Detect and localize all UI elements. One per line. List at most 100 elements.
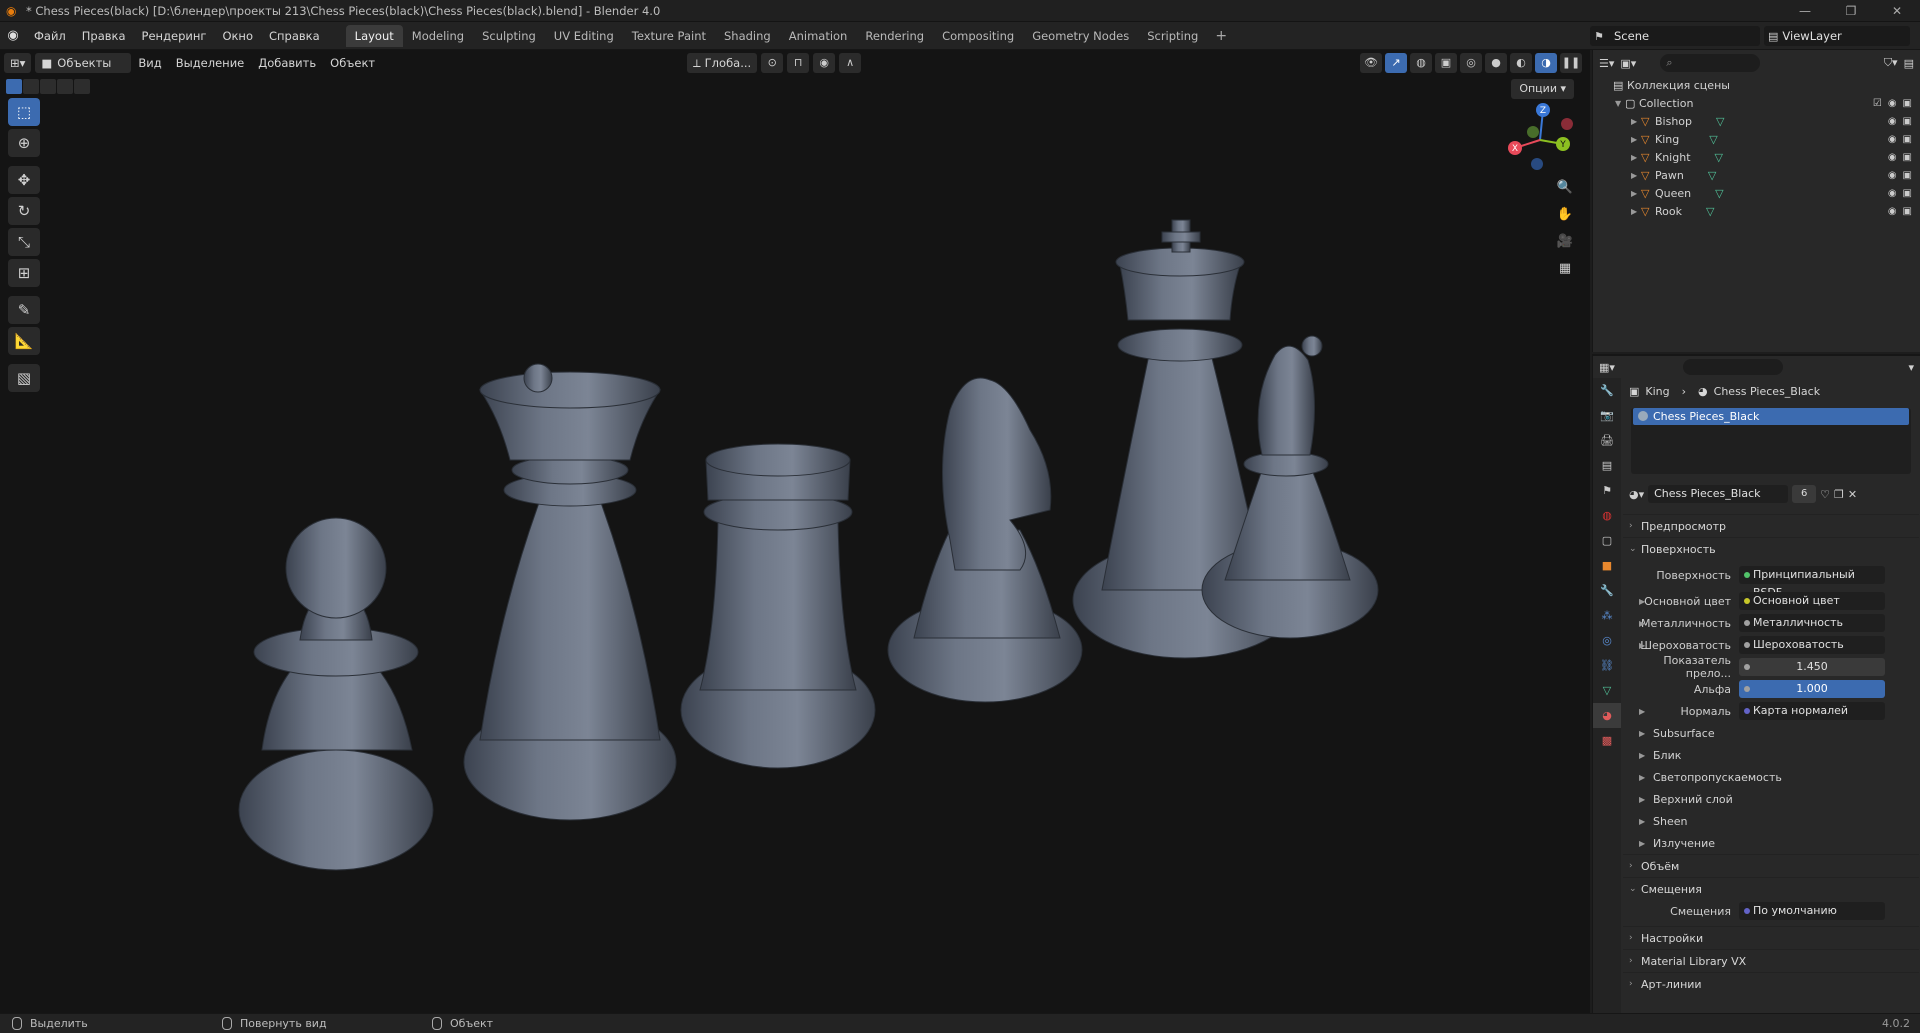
- normal-field[interactable]: Карта нормалей: [1739, 702, 1885, 720]
- panel-preview[interactable]: › Предпросмотр: [1623, 514, 1919, 537]
- fake-user-icon[interactable]: ♡: [1820, 488, 1830, 501]
- outliner-editor-icon[interactable]: ☰▾: [1599, 57, 1614, 70]
- select-intersect-icon[interactable]: [74, 79, 90, 94]
- subsection-sheen[interactable]: ▶ Sheen: [1623, 810, 1919, 832]
- alpha-field[interactable]: 1.000: [1739, 680, 1885, 698]
- texture-tab-icon[interactable]: ▩: [1593, 728, 1621, 753]
- proportional-edit-icon[interactable]: ◉: [813, 53, 836, 73]
- annotate-icon[interactable]: ✎: [8, 296, 40, 324]
- outliner-item-rook[interactable]: ▶ ▽ Rook ▽ ◉ ▣: [1593, 202, 1920, 220]
- expand-arrow-icon[interactable]: ▶: [1631, 207, 1641, 216]
- eye-icon[interactable]: ◉: [1888, 206, 1897, 217]
- options-button[interactable]: Опции ▾: [1511, 79, 1574, 99]
- camera-render-icon[interactable]: ▣: [1903, 116, 1912, 127]
- add-workspace-icon[interactable]: +: [1207, 28, 1235, 44]
- outliner-item-queen[interactable]: ▶ ▽ Queen ▽ ◉ ▣: [1593, 184, 1920, 202]
- properties-search[interactable]: [1682, 359, 1783, 375]
- tab-sculpting[interactable]: Sculpting: [473, 25, 545, 47]
- expand-arrow-icon[interactable]: ▶: [1639, 619, 1645, 628]
- menu-object[interactable]: Объект: [323, 56, 382, 70]
- panel-line-art[interactable]: › Арт-линии: [1623, 972, 1919, 995]
- tab-uv-editing[interactable]: UV Editing: [545, 25, 623, 47]
- measure-icon[interactable]: 📐: [8, 327, 40, 355]
- pan-hand-icon[interactable]: ✋: [1553, 203, 1577, 227]
- expand-arrow-icon[interactable]: ▶: [1631, 135, 1641, 144]
- object-tab-icon[interactable]: ■: [1593, 553, 1621, 578]
- displacement-field[interactable]: По умолчанию: [1739, 902, 1885, 920]
- editor-type-button[interactable]: ⊞▾: [4, 53, 32, 73]
- data-tab-icon[interactable]: ▽: [1593, 678, 1621, 703]
- unlink-icon[interactable]: ✕: [1848, 488, 1857, 501]
- camera-render-icon[interactable]: ▣: [1903, 134, 1912, 145]
- overlay-icon[interactable]: ◍: [1410, 53, 1432, 73]
- tab-shading[interactable]: Shading: [715, 25, 780, 47]
- rendered-shading-icon[interactable]: ◑: [1535, 53, 1557, 73]
- panel-volume[interactable]: › Объём: [1623, 854, 1919, 877]
- gizmo-toggle-icon[interactable]: ↗: [1385, 53, 1407, 73]
- panel-settings[interactable]: › Настройки: [1623, 926, 1919, 949]
- modifier-tab-icon[interactable]: 🔧: [1593, 578, 1621, 603]
- orientation-dropdown[interactable]: ⟂ Глоба...: [687, 53, 758, 73]
- solid-shading-icon[interactable]: ●: [1485, 53, 1507, 73]
- world-tab-icon[interactable]: ◍: [1593, 503, 1621, 528]
- material-slot-list[interactable]: Chess Pieces_Black: [1631, 408, 1911, 474]
- expand-arrow-icon[interactable]: ▶: [1639, 597, 1645, 606]
- constraints-tab-icon[interactable]: ⛓: [1593, 653, 1621, 678]
- properties-editor-icon[interactable]: ▦▾: [1599, 361, 1615, 374]
- base-color-field[interactable]: Основной цвет: [1739, 592, 1885, 610]
- expand-arrow-icon[interactable]: ▶: [1631, 117, 1641, 126]
- scale-icon[interactable]: ⤡: [8, 228, 40, 256]
- material-shading-icon[interactable]: ◐: [1510, 53, 1532, 73]
- chevron-down-icon[interactable]: ▾: [1908, 361, 1914, 374]
- expand-arrow-icon[interactable]: ▶: [1639, 641, 1645, 650]
- expand-arrow-icon[interactable]: ▼: [1615, 99, 1625, 108]
- menu-window[interactable]: Окно: [214, 29, 261, 43]
- tab-animation[interactable]: Animation: [780, 25, 857, 47]
- menu-file[interactable]: Файл: [26, 29, 74, 43]
- tab-layout[interactable]: Layout: [345, 24, 403, 47]
- add-cube-icon[interactable]: ▧: [8, 364, 40, 392]
- zoom-icon[interactable]: 🔍: [1553, 176, 1577, 200]
- camera-render-icon[interactable]: ▣: [1903, 188, 1912, 199]
- select-extend-icon[interactable]: [23, 79, 39, 94]
- outliner-search[interactable]: ⌕: [1660, 54, 1761, 72]
- tab-modeling[interactable]: Modeling: [403, 25, 473, 47]
- subsection-specular[interactable]: ▶ Блик: [1623, 744, 1919, 766]
- subsection-subsurface[interactable]: ▶ Subsurface: [1623, 722, 1919, 744]
- checkbox-icon[interactable]: ☑: [1873, 98, 1882, 109]
- outliner-item-pawn[interactable]: ▶ ▽ Pawn ▽ ◉ ▣: [1593, 166, 1920, 184]
- mode-dropdown[interactable]: ■ Объекты: [35, 53, 132, 73]
- eye-icon[interactable]: ◉: [1888, 188, 1897, 199]
- navigation-gizmo[interactable]: Z Y X: [1505, 102, 1575, 172]
- tab-geometry-nodes[interactable]: Geometry Nodes: [1023, 25, 1138, 47]
- camera-render-icon[interactable]: ▣: [1903, 170, 1912, 181]
- eye-icon[interactable]: ◉: [1888, 134, 1897, 145]
- material-tab-icon[interactable]: ◕: [1593, 703, 1621, 728]
- close-icon[interactable]: ✕: [1874, 0, 1920, 22]
- menu-select[interactable]: Выделение: [169, 56, 252, 70]
- camera-render-icon[interactable]: ▣: [1903, 206, 1912, 217]
- collection-row[interactable]: ▼ ▢ Collection ☑ ◉ ▣: [1593, 94, 1920, 112]
- menu-edit[interactable]: Правка: [74, 29, 134, 43]
- view-layer-tab-icon[interactable]: ▤: [1593, 453, 1621, 478]
- expand-arrow-icon[interactable]: ▶: [1631, 189, 1641, 198]
- scene-collection-row[interactable]: ▤ Коллекция сцены: [1593, 76, 1920, 94]
- subsection-coat[interactable]: ▶ Верхний слой: [1623, 788, 1919, 810]
- maximize-icon[interactable]: ❐: [1828, 0, 1874, 22]
- visibility-icon[interactable]: 👁: [1360, 53, 1382, 73]
- render-tab-icon[interactable]: 📷: [1593, 403, 1621, 428]
- material-user-count[interactable]: 6: [1792, 485, 1817, 503]
- camera-render-icon[interactable]: ▣: [1903, 98, 1912, 109]
- camera-render-icon[interactable]: ▣: [1903, 152, 1912, 163]
- camera-icon[interactable]: 🎥: [1553, 230, 1577, 254]
- xray-icon[interactable]: ▣: [1435, 53, 1457, 73]
- display-mode-icon[interactable]: ▣▾: [1620, 57, 1636, 70]
- filter-icon[interactable]: ⛉▾: [1884, 56, 1898, 70]
- menu-help[interactable]: Справка: [261, 29, 328, 43]
- select-invert-icon[interactable]: [57, 79, 73, 94]
- eye-icon[interactable]: ◉: [1888, 98, 1897, 109]
- tab-rendering[interactable]: Rendering: [856, 25, 933, 47]
- scene-tab-icon[interactable]: ⚑: [1593, 478, 1621, 503]
- pause-render-icon[interactable]: ❚❚: [1560, 53, 1582, 73]
- tab-compositing[interactable]: Compositing: [933, 25, 1023, 47]
